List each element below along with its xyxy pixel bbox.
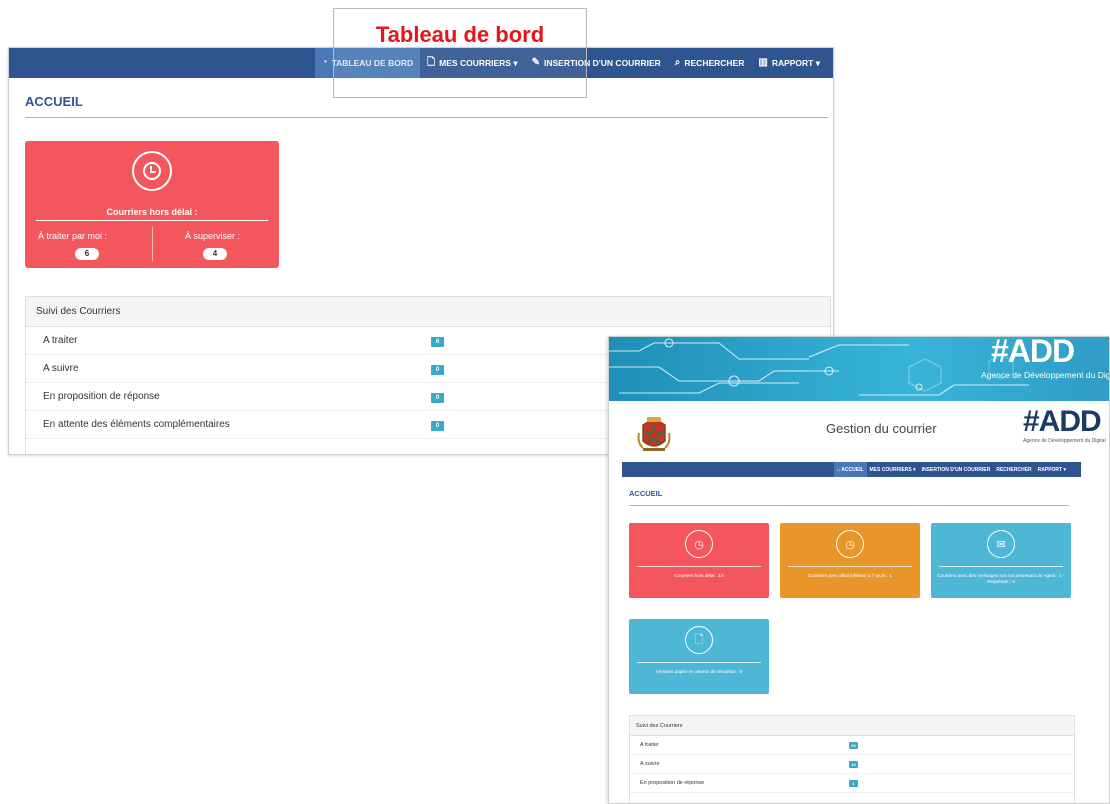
to-supervise-count[interactable]: 4	[203, 248, 227, 260]
tracking-panel: Suivi des Courriers A traiter 20 A suivr…	[629, 715, 1075, 803]
nav-mes-courriers[interactable]: MES COURRIERS ▾	[867, 462, 919, 477]
paper-versions-card[interactable]: 🗋 Versions papier en attente de réceptio…	[629, 619, 769, 694]
card-text: Courriers avec délai inférieur à 7 jours…	[807, 573, 892, 578]
tracking-row-badge[interactable]: 0	[431, 393, 444, 403]
to-supervise-label: À superviser :	[185, 231, 241, 241]
header-banner: #ADD Agence de Développement du Digital	[609, 337, 1109, 401]
chart-icon: ▥	[758, 57, 768, 68]
overdue-card-title: Courriers hors délai :	[106, 207, 198, 217]
tracking-row-badge[interactable]: 20	[849, 742, 858, 749]
tracking-row[interactable]: A traiter 20	[630, 736, 1074, 755]
tracking-panel-title: Suivi des Courriers	[26, 297, 830, 327]
tracking-row-label: En proposition de réponse	[43, 391, 160, 402]
to-process-label: À traiter par moi :	[38, 231, 108, 241]
page-title: ACCUEIL	[25, 94, 83, 109]
card-text: Courriers avec des messages non lus prov…	[937, 573, 1065, 585]
mail-icon: ✉	[987, 530, 1015, 558]
nav-rapport[interactable]: RAPPORT ▾	[1035, 462, 1069, 477]
tracking-row-label: A traiter	[640, 742, 659, 748]
overdue-card[interactable]: ◷ Courriers hors délai : 10	[629, 523, 769, 598]
card-divider	[36, 220, 268, 221]
callout-label: Tableau de bord	[375, 22, 545, 47]
add-logo: #ADD Agence de Développement du Digital	[1023, 405, 1106, 445]
add-logo-subtitle: Agence de Développement du Digital	[1023, 438, 1106, 444]
title-divider	[629, 505, 1069, 506]
add-logo-text: #ADD	[1023, 405, 1102, 438]
dashboard-screenshot-small: #ADD Agence de Développement du Digital …	[608, 336, 1110, 804]
card-divider	[788, 566, 912, 567]
card-text: Courriers hors délai : 10	[674, 573, 724, 578]
banner-add-logo: #ADD	[991, 337, 1075, 369]
card-vertical-divider	[152, 227, 153, 261]
due-soon-card[interactable]: ◷ Courriers avec délai inférieur à 7 jou…	[780, 523, 920, 598]
file-icon: 🗋	[685, 626, 713, 654]
clock-icon	[132, 151, 172, 191]
nav-insertion-courrier[interactable]: INSERTION D'UN COURRIER	[919, 462, 994, 477]
tracking-row-badge[interactable]: 1	[849, 780, 858, 787]
nav-label: RECHERCHER	[684, 58, 745, 68]
main-navbar: ⌂ ACCUEIL MES COURRIERS ▾ INSERTION D'UN…	[622, 462, 1081, 477]
nav-accueil[interactable]: ⌂ ACCUEIL	[834, 462, 867, 477]
tracking-panel-title: Suivi des Courriers	[630, 716, 1074, 736]
overdue-card[interactable]: Courriers hors délai : À traiter par moi…	[25, 141, 279, 268]
tracking-row-badge[interactable]: 0	[431, 421, 444, 431]
to-process-count[interactable]: 6	[75, 248, 99, 260]
tracking-row-label: En proposition de réponse	[640, 780, 705, 786]
page-title: ACCUEIL	[629, 489, 663, 498]
unread-messages-card[interactable]: ✉ Courriers avec des messages non lus pr…	[931, 523, 1071, 598]
app-title: Gestion du courrier	[826, 421, 937, 436]
nav-rechercher[interactable]: ⌕ RECHERCHER	[668, 48, 752, 78]
search-icon: ⌕	[674, 57, 681, 68]
card-text: Versions papier en attente de réception …	[655, 669, 743, 674]
card-divider	[637, 662, 761, 663]
card-divider	[637, 566, 761, 567]
dashboard-icon: ◔	[321, 57, 328, 68]
tracking-row[interactable]: A suivre 24	[630, 755, 1074, 774]
nav-rapport[interactable]: ▥ RAPPORT ▾	[751, 48, 827, 78]
card-divider	[939, 566, 1063, 567]
clock-icon: ◷	[836, 530, 864, 558]
nav-rechercher[interactable]: RECHERCHER	[993, 462, 1034, 477]
tracking-row[interactable]: En proposition de réponse 1	[630, 774, 1074, 793]
tracking-row-label: A suivre	[43, 363, 79, 374]
nav-label: RAPPORT ▾	[771, 57, 820, 68]
tracking-row-badge[interactable]: 6	[431, 337, 444, 347]
clock-icon: ◷	[685, 530, 713, 558]
tracking-row-badge[interactable]: 24	[849, 761, 858, 768]
tracking-row-label: A suivre	[640, 761, 660, 767]
callout-box: Tableau de bord	[333, 8, 587, 98]
tracking-row-label: A traiter	[43, 335, 78, 346]
morocco-emblem	[637, 415, 671, 453]
tracking-row-label: En attente des éléments complémentaires	[43, 419, 230, 430]
banner-agency-name: Agence de Développement du Digital	[981, 370, 1109, 380]
tracking-row-badge[interactable]: 0	[431, 365, 444, 375]
title-divider	[25, 117, 828, 118]
